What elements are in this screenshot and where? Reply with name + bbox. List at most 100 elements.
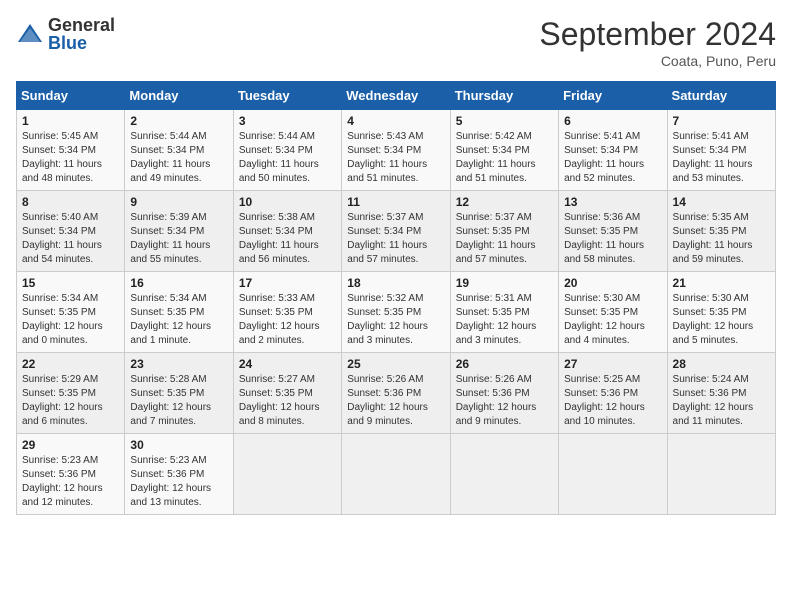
calendar-cell: 20Sunrise: 5:30 AM Sunset: 5:35 PM Dayli… [559,272,667,353]
calendar-cell [559,434,667,515]
day-info: Sunrise: 5:32 AM Sunset: 5:35 PM Dayligh… [347,292,444,348]
calendar-cell: 4Sunrise: 5:43 AM Sunset: 5:34 PM Daylig… [342,110,450,191]
logo-blue: Blue [48,34,115,52]
day-number: 25 [347,357,444,371]
day-info: Sunrise: 5:26 AM Sunset: 5:36 PM Dayligh… [456,373,553,429]
day-number: 17 [239,276,336,290]
header-cell-tuesday: Tuesday [233,82,341,110]
day-info: Sunrise: 5:38 AM Sunset: 5:34 PM Dayligh… [239,211,336,267]
calendar-cell: 29Sunrise: 5:23 AM Sunset: 5:36 PM Dayli… [17,434,125,515]
day-number: 8 [22,195,119,209]
calendar-week-5: 29Sunrise: 5:23 AM Sunset: 5:36 PM Dayli… [17,434,776,515]
day-info: Sunrise: 5:26 AM Sunset: 5:36 PM Dayligh… [347,373,444,429]
day-info: Sunrise: 5:37 AM Sunset: 5:35 PM Dayligh… [456,211,553,267]
calendar-cell [667,434,775,515]
day-info: Sunrise: 5:41 AM Sunset: 5:34 PM Dayligh… [564,130,661,186]
day-info: Sunrise: 5:42 AM Sunset: 5:34 PM Dayligh… [456,130,553,186]
calendar-cell: 12 Sunrise: 5:37 AM Sunset: 5:35 PM Dayli… [450,191,558,272]
day-info: Sunrise: 5:24 AM Sunset: 5:36 PM Dayligh… [673,373,770,429]
day-info: Sunrise: 5:33 AM Sunset: 5:35 PM Dayligh… [239,292,336,348]
calendar-cell: 15Sunrise: 5:34 AM Sunset: 5:35 PM Dayli… [17,272,125,353]
calendar-cell: 14 Sunrise: 5:35 AM Sunset: 5:35 PM Dayli… [667,191,775,272]
calendar-cell: 26 Sunrise: 5:26 AM Sunset: 5:36 PM Dayli… [450,353,558,434]
day-number: 18 [347,276,444,290]
day-number: 12 [456,195,553,209]
calendar-cell: 23 Sunrise: 5:28 AM Sunset: 5:35 PM Dayli… [125,353,233,434]
calendar-cell: 27 Sunrise: 5:25 AM Sunset: 5:36 PM Dayli… [559,353,667,434]
header-cell-wednesday: Wednesday [342,82,450,110]
calendar-cell: 19Sunrise: 5:31 AM Sunset: 5:35 PM Dayli… [450,272,558,353]
day-info: Sunrise: 5:41 AM Sunset: 5:34 PM Dayligh… [673,130,770,186]
day-number: 27 [564,357,661,371]
day-number: 28 [673,357,770,371]
day-number: 20 [564,276,661,290]
calendar-week-1: 1 Sunrise: 5:45 AM Sunset: 5:34 PM Daylig… [17,110,776,191]
month-title: September 2024 [539,16,776,53]
calendar-cell [450,434,558,515]
day-number: 11 [347,195,444,209]
calendar-cell: 1 Sunrise: 5:45 AM Sunset: 5:34 PM Daylig… [17,110,125,191]
day-info: Sunrise: 5:30 AM Sunset: 5:35 PM Dayligh… [673,292,770,348]
logo-icon [16,20,44,48]
calendar-cell: 5 Sunrise: 5:42 AM Sunset: 5:34 PM Daylig… [450,110,558,191]
day-number: 23 [130,357,227,371]
calendar-cell: 21 Sunrise: 5:30 AM Sunset: 5:35 PM Dayli… [667,272,775,353]
day-number: 1 [22,114,119,128]
header-row: SundayMondayTuesdayWednesdayThursdayFrid… [17,82,776,110]
calendar-week-4: 22 Sunrise: 5:29 AM Sunset: 5:35 PM Dayli… [17,353,776,434]
calendar-cell: 3 Sunrise: 5:44 AM Sunset: 5:34 PM Daylig… [233,110,341,191]
day-info: Sunrise: 5:34 AM Sunset: 5:35 PM Dayligh… [22,292,119,348]
day-number: 2 [130,114,227,128]
day-number: 10 [239,195,336,209]
logo: General Blue [16,16,115,52]
calendar-cell: 10 Sunrise: 5:38 AM Sunset: 5:34 PM Dayli… [233,191,341,272]
header-cell-thursday: Thursday [450,82,558,110]
day-info: Sunrise: 5:36 AM Sunset: 5:35 PM Dayligh… [564,211,661,267]
calendar-cell: 18 Sunrise: 5:32 AM Sunset: 5:35 PM Dayli… [342,272,450,353]
calendar-cell: 6Sunrise: 5:41 AM Sunset: 5:34 PM Daylig… [559,110,667,191]
day-number: 21 [673,276,770,290]
day-number: 7 [673,114,770,128]
day-number: 26 [456,357,553,371]
calendar-cell: 30Sunrise: 5:23 AM Sunset: 5:36 PM Dayli… [125,434,233,515]
calendar-cell: 25 Sunrise: 5:26 AM Sunset: 5:36 PM Dayli… [342,353,450,434]
day-info: Sunrise: 5:25 AM Sunset: 5:36 PM Dayligh… [564,373,661,429]
calendar-cell: 24Sunrise: 5:27 AM Sunset: 5:35 PM Dayli… [233,353,341,434]
title-block: September 2024 Coata, Puno, Peru [539,16,776,69]
logo-text: General Blue [48,16,115,52]
logo-general: General [48,16,115,34]
day-number: 9 [130,195,227,209]
calendar-cell: 16Sunrise: 5:34 AM Sunset: 5:35 PM Dayli… [125,272,233,353]
calendar-cell: 28 Sunrise: 5:24 AM Sunset: 5:36 PM Dayli… [667,353,775,434]
day-number: 13 [564,195,661,209]
day-info: Sunrise: 5:29 AM Sunset: 5:35 PM Dayligh… [22,373,119,429]
calendar-cell [233,434,341,515]
calendar-cell: 9 Sunrise: 5:39 AM Sunset: 5:34 PM Daylig… [125,191,233,272]
day-info: Sunrise: 5:39 AM Sunset: 5:34 PM Dayligh… [130,211,227,267]
day-info: Sunrise: 5:44 AM Sunset: 5:34 PM Dayligh… [130,130,227,186]
day-number: 3 [239,114,336,128]
day-number: 19 [456,276,553,290]
day-number: 14 [673,195,770,209]
calendar-week-2: 8Sunrise: 5:40 AM Sunset: 5:34 PM Daylig… [17,191,776,272]
calendar-cell [342,434,450,515]
calendar-cell: 17 Sunrise: 5:33 AM Sunset: 5:35 PM Dayli… [233,272,341,353]
page-header: General Blue September 2024 Coata, Puno,… [16,16,776,69]
day-info: Sunrise: 5:35 AM Sunset: 5:35 PM Dayligh… [673,211,770,267]
header-cell-friday: Friday [559,82,667,110]
day-number: 30 [130,438,227,452]
day-info: Sunrise: 5:27 AM Sunset: 5:35 PM Dayligh… [239,373,336,429]
calendar-cell: 7 Sunrise: 5:41 AM Sunset: 5:34 PM Daylig… [667,110,775,191]
calendar-body: 1 Sunrise: 5:45 AM Sunset: 5:34 PM Daylig… [17,110,776,515]
day-info: Sunrise: 5:37 AM Sunset: 5:34 PM Dayligh… [347,211,444,267]
calendar-week-3: 15Sunrise: 5:34 AM Sunset: 5:35 PM Dayli… [17,272,776,353]
day-info: Sunrise: 5:28 AM Sunset: 5:35 PM Dayligh… [130,373,227,429]
day-info: Sunrise: 5:44 AM Sunset: 5:34 PM Dayligh… [239,130,336,186]
calendar-table: SundayMondayTuesdayWednesdayThursdayFrid… [16,81,776,515]
calendar-cell: 2 Sunrise: 5:44 AM Sunset: 5:34 PM Daylig… [125,110,233,191]
header-cell-saturday: Saturday [667,82,775,110]
header-cell-sunday: Sunday [17,82,125,110]
day-number: 5 [456,114,553,128]
day-info: Sunrise: 5:45 AM Sunset: 5:34 PM Dayligh… [22,130,119,186]
day-number: 22 [22,357,119,371]
